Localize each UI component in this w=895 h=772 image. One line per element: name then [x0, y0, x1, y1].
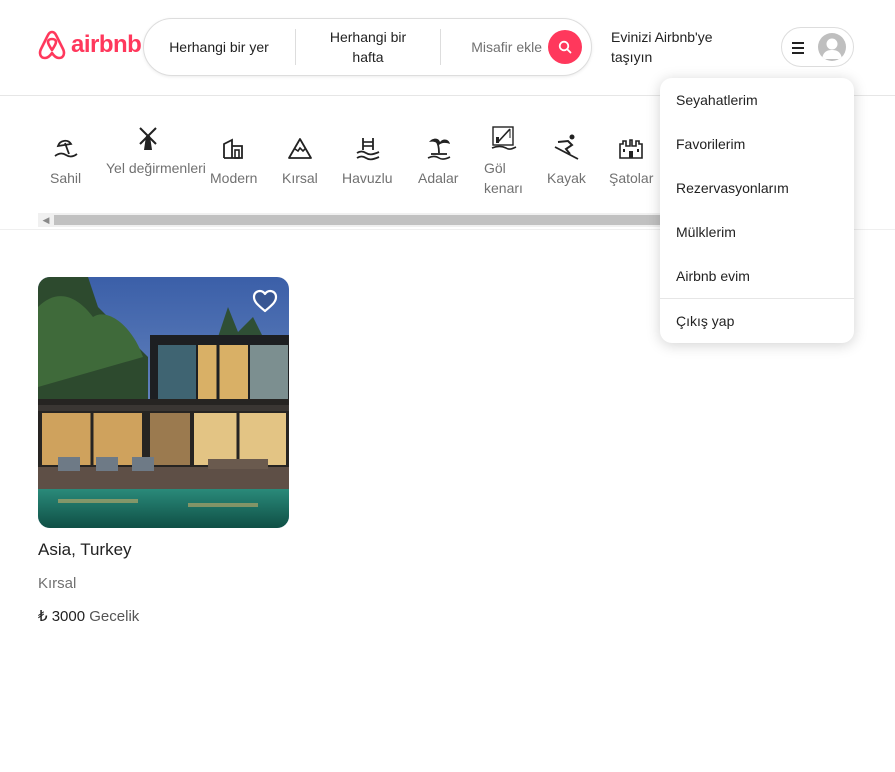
beach-icon — [54, 139, 78, 158]
menu-item-mulklerim[interactable]: Mülklerim — [676, 224, 736, 240]
user-icon — [822, 38, 842, 59]
category-gol-kenari[interactable]: Göl kenarı — [484, 118, 528, 208]
search-guests[interactable]: Misafir ekle — [444, 19, 542, 75]
category-havuzlu[interactable]: Havuzlu — [338, 118, 400, 208]
category-satolar[interactable]: Şatolar — [606, 118, 658, 208]
scroll-left-button[interactable]: ◀ — [38, 213, 54, 227]
category-label: Kırsal — [282, 170, 318, 186]
menu-item-rezervasyonlarim[interactable]: Rezervasyonlarım — [676, 180, 789, 196]
category-label: Adalar — [418, 170, 459, 186]
modern-house-icon — [223, 138, 243, 159]
host-link[interactable]: Evinizi Airbnb'ye taşıyın — [611, 27, 751, 67]
menu-divider — [660, 298, 854, 299]
search-when-label: Herhangi bir hafta — [329, 29, 407, 65]
category-label: Sahil — [50, 170, 82, 186]
search-button[interactable] — [548, 30, 582, 64]
category-label: Kayak — [547, 170, 586, 186]
currency-symbol: ₺ — [38, 608, 48, 625]
listing-price: ₺ 3000 Gecelik — [38, 607, 139, 625]
category-bar: Sahil Yel değirmenleri Modern Kırsal Hav… — [38, 118, 658, 208]
favorite-heart-icon[interactable] — [251, 288, 279, 314]
user-menu-button[interactable] — [781, 27, 854, 67]
airbnb-logo[interactable]: airbnb — [37, 29, 142, 61]
castle-icon — [619, 139, 643, 159]
category-label: Modern — [210, 170, 258, 186]
menu-icon — [792, 42, 804, 57]
logout-button[interactable]: Çıkış yap — [676, 313, 734, 329]
search-icon — [558, 40, 572, 54]
ski-icon — [554, 134, 579, 160]
category-kayak[interactable]: Kayak — [544, 118, 588, 208]
category-adalar[interactable]: Adalar — [414, 118, 466, 208]
category-modern[interactable]: Modern — [208, 118, 264, 208]
search-bar[interactable]: Herhangi bir yer Herhangi bir hafta Misa… — [143, 18, 592, 76]
windmill-icon — [139, 127, 157, 150]
airbnb-logo-icon — [38, 30, 66, 60]
category-label: Yel değirmenleri — [106, 160, 206, 176]
category-label: Şatolar — [609, 170, 654, 186]
category-label: Havuzlu — [342, 170, 393, 186]
category-sahil[interactable]: Sahil — [38, 118, 94, 208]
menu-item-favorilerim[interactable]: Favorilerim — [676, 136, 745, 152]
search-divider — [440, 29, 441, 65]
user-dropdown-menu: Seyahatlerim Favorilerim Rezervasyonları… — [660, 78, 854, 343]
category-kirsal[interactable]: Kırsal — [278, 118, 324, 208]
category-yel-degirmenleri[interactable]: Yel değirmenleri — [106, 118, 206, 208]
listing-category: Kırsal — [38, 575, 77, 592]
price-unit: Gecelik — [89, 608, 140, 625]
listing-title: Asia, Turkey — [38, 540, 132, 559]
category-scrollbar[interactable]: ◀ — [38, 213, 660, 227]
island-icon — [427, 138, 451, 160]
listing-image[interactable] — [38, 277, 289, 528]
avatar — [818, 33, 846, 61]
search-when[interactable]: Herhangi bir hafta — [296, 19, 440, 75]
brand-name: airbnb — [71, 31, 142, 58]
lake-fishing-icon — [491, 126, 517, 150]
menu-item-seyahatlerim[interactable]: Seyahatlerim — [676, 92, 758, 108]
pool-icon — [356, 138, 380, 161]
category-label: Göl kenarı — [484, 160, 523, 196]
scrollbar-thumb[interactable] — [54, 215, 660, 225]
price-value: 3000 — [51, 608, 86, 625]
mountain-icon — [288, 138, 312, 159]
menu-item-airbnb-evim[interactable]: Airbnb evim — [676, 268, 750, 284]
house-photo — [38, 277, 289, 528]
search-where[interactable]: Herhangi bir yer — [144, 19, 294, 75]
